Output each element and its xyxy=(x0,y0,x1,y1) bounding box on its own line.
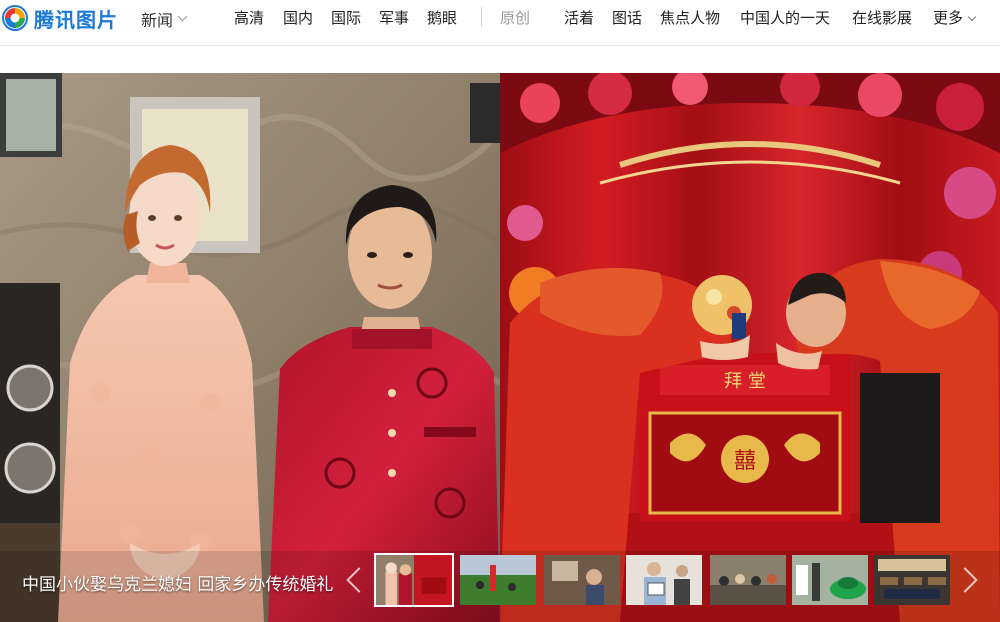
svg-text:拜 堂: 拜 堂 xyxy=(724,371,766,392)
chevron-down-icon xyxy=(967,12,977,22)
chevron-down-icon xyxy=(177,11,188,22)
nav-item-more[interactable]: 更多 xyxy=(933,7,977,28)
nav-item-jiaodian-renwu[interactable]: 焦点人物 xyxy=(660,7,720,28)
nav-divider xyxy=(481,7,482,27)
nav-item-gaoqing[interactable]: 高清 xyxy=(234,7,264,28)
site-logo[interactable]: 腾讯图片 xyxy=(2,4,118,32)
featured-gallery[interactable]: 拜 堂 囍 中国小伙娶乌克兰媳妇 回家乡办传统婚礼 xyxy=(0,73,1000,622)
nav-item-eyan[interactable]: 鹅眼 xyxy=(427,7,457,28)
nav-item-zhongguoren-yitian[interactable]: 中国人的一天 xyxy=(740,7,830,28)
nav-item-guoji[interactable]: 国际 xyxy=(331,7,361,28)
thumbnail-street-and-green-car[interactable] xyxy=(792,555,868,605)
nav-item-zaixian-yingzhan[interactable]: 在线影展 xyxy=(852,7,912,28)
thumbnail-crowd-gathering[interactable] xyxy=(710,555,786,605)
thumbnail-woman-holding-sign[interactable] xyxy=(626,555,702,605)
nav-item-huozhe[interactable]: 活着 xyxy=(564,7,594,28)
tencent-pictures-logo-icon xyxy=(2,5,28,31)
thumbnail-field-with-people[interactable] xyxy=(460,555,536,605)
top-navigation-bar: 腾讯图片 新闻 高清 国内 国际 军事 鹅眼 原创 活着 图话 焦点人物 中国人… xyxy=(0,0,1000,46)
thumbnail-wedding-couple[interactable] xyxy=(374,553,454,607)
chevron-right-icon[interactable] xyxy=(958,567,982,591)
thumbnail-classroom-desks[interactable] xyxy=(874,555,950,605)
nav-item-yuanchuang[interactable]: 原创 xyxy=(500,7,530,28)
gallery-photo-couple xyxy=(0,73,503,622)
more-label: 更多 xyxy=(933,9,964,27)
logo-text: 腾讯图片 xyxy=(34,7,118,32)
chevron-left-icon[interactable] xyxy=(342,567,366,591)
section-label: 新闻 xyxy=(141,11,174,30)
gallery-photo-ceremony: 拜 堂 囍 xyxy=(500,73,1000,622)
gallery-caption[interactable]: 中国小伙娶乌克兰媳妇 回家乡办传统婚礼 xyxy=(22,570,352,595)
nav-item-tuhua[interactable]: 图话 xyxy=(612,7,642,28)
nav-item-guonei[interactable]: 国内 xyxy=(283,7,313,28)
svg-text:囍: 囍 xyxy=(734,449,756,474)
section-dropdown[interactable]: 新闻 xyxy=(141,7,188,31)
thumbnail-indoor-people[interactable] xyxy=(544,555,620,605)
nav-item-junshi[interactable]: 军事 xyxy=(379,7,409,28)
